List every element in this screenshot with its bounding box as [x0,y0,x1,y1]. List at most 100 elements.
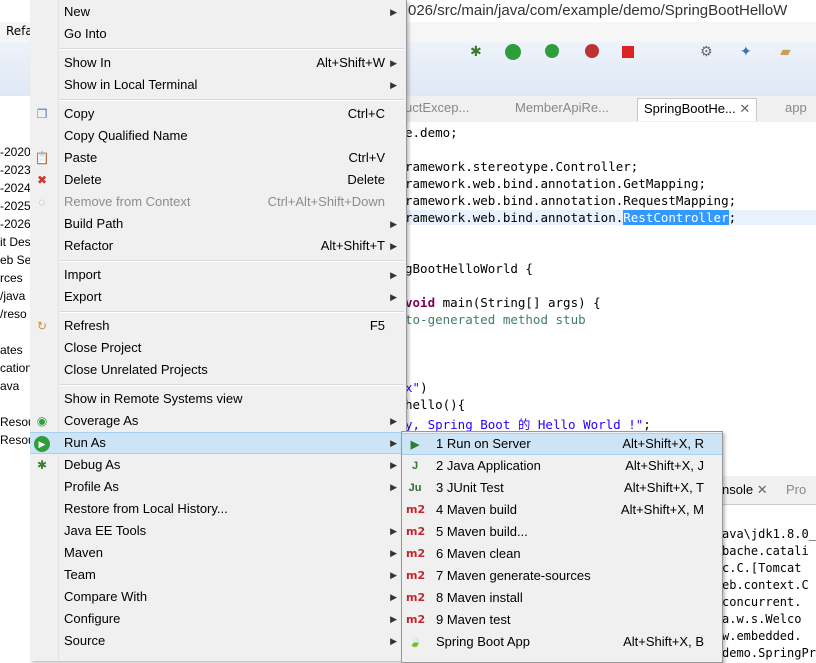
run-as-submenu: ▶ 1 Run on Server Alt+Shift+X, R J 2 Java Ap… [401,431,723,663]
submenu-arrow-icon: ▶ [390,292,397,302]
menu-item-label: Copy Qualified Name [64,128,188,143]
new-wizard-icon[interactable]: ✦ [740,44,752,60]
run-as-item-1-run-on-server[interactable]: ▶ 1 Run on Server Alt+Shift+X, R [402,433,722,455]
menu-item-label: 9 Maven test [436,612,511,627]
menu-item-profile-as[interactable]: Profile As ▶ [30,476,406,498]
debug-toolbar-icon[interactable]: ✱ [470,44,482,60]
tree-item[interactable]: -2023 [0,163,31,177]
menu-item-new[interactable]: New ▶ [30,1,406,23]
external-tools-icon[interactable]: ⚙ [700,44,713,60]
tree-item[interactable]: /reso [0,307,27,321]
menu-item-shortcut: F5 [369,318,385,333]
submenu-arrow-icon: ▶ [390,241,397,251]
menu-item-close-project[interactable]: Close Project [30,337,406,359]
menu-item-maven[interactable]: Maven ▶ [30,542,406,564]
menu-refactor[interactable]: Refa [6,24,33,38]
menu-item-coverage-as[interactable]: ◉ Coverage As ▶ [30,410,406,432]
menu-item-copy-qualified-name[interactable]: Copy Qualified Name [30,125,406,147]
console-line: c.C.[Tomcat [722,561,802,575]
run-as-item-7-maven-generate-sources[interactable]: m2 7 Maven generate-sources [402,565,722,587]
tree-item[interactable]: it Des [0,235,31,249]
menu-item-refresh[interactable]: ↻ Refresh F5 [30,315,406,337]
run-as-item-6-maven-clean[interactable]: m2 6 Maven clean [402,543,722,565]
menu-item-show-in-local-terminal[interactable]: Show in Local Terminal ▶ [30,74,406,96]
run-as-item-4-maven-build[interactable]: m2 4 Maven build Alt+Shift+X, M [402,499,722,521]
tree-item[interactable]: -2020 [0,145,31,159]
tree-item[interactable]: rces [0,271,23,285]
tree-item[interactable]: cation [0,361,32,375]
console-line: a.w.s.Welco [722,612,802,626]
console-line: demo.SpringPr [722,646,816,660]
tree-item[interactable]: -2024 [0,181,31,195]
editor-tab[interactable]: MemberApiRe... [515,100,609,120]
editor-tab-bar: uctExcep... MemberApiRe... SpringBootHe.… [405,96,816,123]
tree-item[interactable]: eb Se [0,253,31,267]
submenu-arrow-icon: ▶ [390,460,397,470]
menu-item-label: Coverage As [64,413,139,428]
menu-item-delete[interactable]: ✖ Delete Delete [30,169,406,191]
run-as-item-3-junit-test[interactable]: Ju 3 JUnit Test Alt+Shift+X, T [402,477,722,499]
menu-item-paste[interactable]: 📋 Paste Ctrl+V [30,147,406,169]
code-line: ramework.stereotype.Controller; [405,159,639,174]
menu-item-compare-with[interactable]: Compare With ▶ [30,586,406,608]
problems-tab[interactable]: Pro [786,482,806,497]
menu-item-shortcut: Ctrl+Alt+Shift+Down [267,194,385,209]
menu-item-close-unrelated-projects[interactable]: Close Unrelated Projects [30,359,406,381]
menu-item-copy[interactable]: ❐ Copy Ctrl+C [30,103,406,125]
code-line: gBootHelloWorld { [405,261,533,276]
menu-item-team[interactable]: Team ▶ [30,564,406,586]
run-as-item-spring-boot-app[interactable]: 🍃 Spring Boot App Alt+Shift+X, B [402,631,722,653]
code-line: e.demo; [405,125,458,140]
run-as-item-8-maven-install[interactable]: m2 8 Maven install [402,587,722,609]
stop-toolbar-icon[interactable] [622,46,634,58]
menu-item-import[interactable]: Import ▶ [30,264,406,286]
menu-item-show-in[interactable]: Show In Alt+Shift+W ▶ [30,52,406,74]
menu-item-export[interactable]: Export ▶ [30,286,406,308]
run-as-item-5-maven-build[interactable]: m2 5 Maven build... [402,521,722,543]
open-folder-icon[interactable]: ▰ [780,44,791,60]
menu-item-restore-from-local-history[interactable]: Restore from Local History... [30,498,406,520]
menu-item-label: Export [64,289,102,304]
menu-item-refactor[interactable]: Refactor Alt+Shift+T ▶ [30,235,406,257]
menu-item-debug-as[interactable]: ✱ Debug As ▶ [30,454,406,476]
delete-icon: ✖ [36,173,48,187]
submenu-arrow-icon: ▶ [390,219,397,229]
debug-icon: ✱ [36,458,48,472]
editor-tab-active[interactable]: SpringBootHe... ✕ [637,98,758,121]
coverage-toolbar-icon[interactable] [585,44,599,58]
console-tab[interactable]: nsole ✕ [722,482,768,498]
run-toolbar-icon[interactable] [505,44,521,60]
code-line-current: ramework.web.bind.annotation.RestControl… [405,210,816,225]
code-editor[interactable]: e.demo; ramework.stereotype.Controller; … [405,122,816,468]
editor-tab[interactable]: uctExcep... [405,100,469,120]
menu-item-configure[interactable]: Configure ▶ [30,608,406,630]
coverage-icon: ◉ [36,414,48,428]
tree-item[interactable]: ates [0,343,23,357]
menu-item-remove-from-context[interactable]: ◌ Remove from Context Ctrl+Alt+Shift+Down [30,191,406,213]
menu-item-run-as[interactable]: ▶ Run As ▶ [30,432,406,454]
menu-item-build-path[interactable]: Build Path ▶ [30,213,406,235]
tree-item[interactable]: ava [0,379,19,393]
junit-icon: Ju [408,482,422,494]
maven-icon: m2 [406,591,426,604]
server-toolbar-icon[interactable] [545,44,559,58]
tree-item[interactable]: /java [0,289,25,303]
menu-item-label: Team [64,567,96,582]
menu-separator [60,48,404,50]
menu-item-java-ee-tools[interactable]: Java EE Tools ▶ [30,520,406,542]
menu-item-label: Show In [64,55,111,70]
menu-item-label: Run As [64,435,106,450]
menu-item-show-in-remote-systems-view[interactable]: Show in Remote Systems view [30,388,406,410]
run-as-item-9-maven-test[interactable]: m2 9 Maven test [402,609,722,631]
close-icon[interactable]: ✕ [739,101,750,116]
editor-tab[interactable]: app [785,100,807,120]
menu-item-source[interactable]: Source ▶ [30,630,406,652]
tree-item[interactable]: -2025 [0,199,31,213]
console-line: w.embedded. [722,629,802,643]
submenu-arrow-icon: ▶ [390,80,397,90]
run-as-item-2-java-application[interactable]: J 2 Java Application Alt+Shift+X, J [402,455,722,477]
maven-icon: m2 [406,613,426,626]
tree-item[interactable]: -2026 [0,217,31,231]
menu-item-go-into[interactable]: Go Into [30,23,406,45]
paste-icon: 📋 [34,151,50,165]
